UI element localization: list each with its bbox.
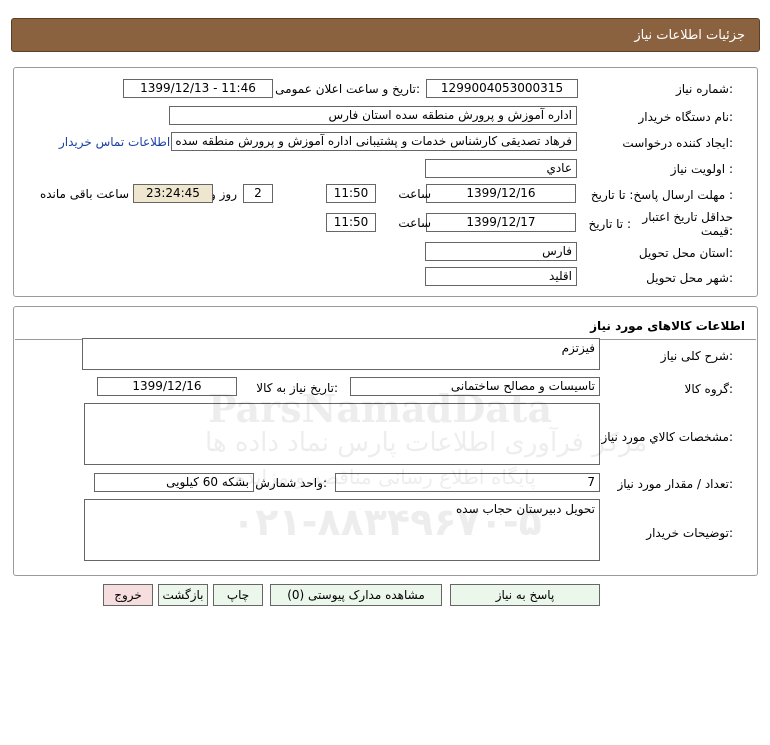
goods-group-field: تاسیسات و مصالح ساختمانی [350, 377, 600, 396]
city-field: اقلید [425, 267, 577, 286]
need-date-label: تاریخ نیاز به کالا: [256, 381, 338, 395]
reply-button[interactable]: پاسخ به نیاز [450, 584, 600, 606]
buyer-contact-link[interactable]: اطلاعات تماس خریدار [59, 135, 170, 149]
remaining-time-field: 23:24:45 [133, 184, 213, 203]
validity-time-label: ساعت [398, 216, 431, 230]
remaining-time-label: ساعت باقی مانده [39, 187, 129, 201]
specs-label: مشخصات کالاي مورد نیاز: [601, 430, 733, 444]
need-info-panel: شماره نیاز: 1299004053000315 تاریخ و ساع… [13, 67, 758, 297]
validity-date-field: 1399/12/17 [426, 213, 576, 232]
remaining-days-field: 2 [243, 184, 273, 203]
city-label: شهر محل تحویل: [646, 271, 733, 285]
specs-field [84, 403, 600, 465]
buyer-notes-field: تحویل دبیرستان حجاب سده [84, 499, 600, 561]
reply-deadline-label: مهلت ارسال پاسخ: تا تاریخ : [590, 188, 733, 202]
reply-time-label: ساعت [398, 187, 431, 201]
price-validity-label: حداقل تاریخ اعتبار قیمت: [642, 210, 733, 238]
province-field: فارس [425, 242, 577, 261]
announce-label: تاریخ و ساعت اعلان عمومی: [275, 82, 420, 96]
page-title: جزئیات اطلاعات نیاز [634, 28, 745, 43]
print-button[interactable]: چاپ [213, 584, 263, 606]
need-number-field: 1299004053000315 [426, 79, 578, 98]
days-label: روز و [210, 187, 237, 201]
exit-button[interactable]: خروج [103, 584, 153, 606]
reply-date-field: 1399/12/16 [426, 184, 576, 203]
goods-section-title: اطلاعات کالاهای مورد نیاز [590, 319, 745, 333]
buyer-notes-label: توضیحات خریدار: [646, 526, 733, 540]
quantity-field: 7 [335, 473, 600, 492]
priority-field: عادي [425, 159, 577, 178]
need-date-field: 1399/12/16 [97, 377, 237, 396]
validity-to-date-label: تا تاریخ : [588, 217, 631, 231]
page-header: جزئیات اطلاعات نیاز [11, 18, 760, 52]
quantity-label: تعداد / مقدار مورد نیاز: [617, 477, 733, 491]
goods-group-label: گروه کالا: [684, 382, 734, 396]
buyer-org-field: اداره آموزش و پرورش منطقه سده استان فارس [169, 106, 577, 125]
attachments-button[interactable]: مشاهده مدارک پیوستی (0) [270, 584, 442, 606]
priority-label: اولویت نیاز : [670, 162, 733, 176]
requester-field: فرهاد تصدیقی کارشناس خدمات و پشتیبانی اد… [171, 132, 577, 151]
unit-field: بشکه 60 کیلویی [94, 473, 254, 492]
back-button[interactable]: بازگشت [158, 584, 208, 606]
unit-label: واحد شمارش: [255, 476, 327, 490]
buyer-org-label: نام دستگاه خریدار: [638, 110, 734, 124]
announce-field: 1399/12/13 - 11:46 [123, 79, 273, 98]
general-desc-label: شرح کلی نیاز: [660, 349, 733, 363]
reply-time-field: 11:50 [326, 184, 376, 203]
validity-time-field: 11:50 [326, 213, 376, 232]
requester-label: ایجاد کننده درخواست: [622, 136, 733, 150]
province-label: استان محل تحویل: [638, 246, 733, 260]
goods-panel: اطلاعات کالاهای مورد نیاز شرح کلی نیاز: … [13, 306, 758, 576]
general-desc-field: فیزتزم [82, 338, 600, 370]
need-number-label: شماره نیاز: [675, 82, 733, 96]
